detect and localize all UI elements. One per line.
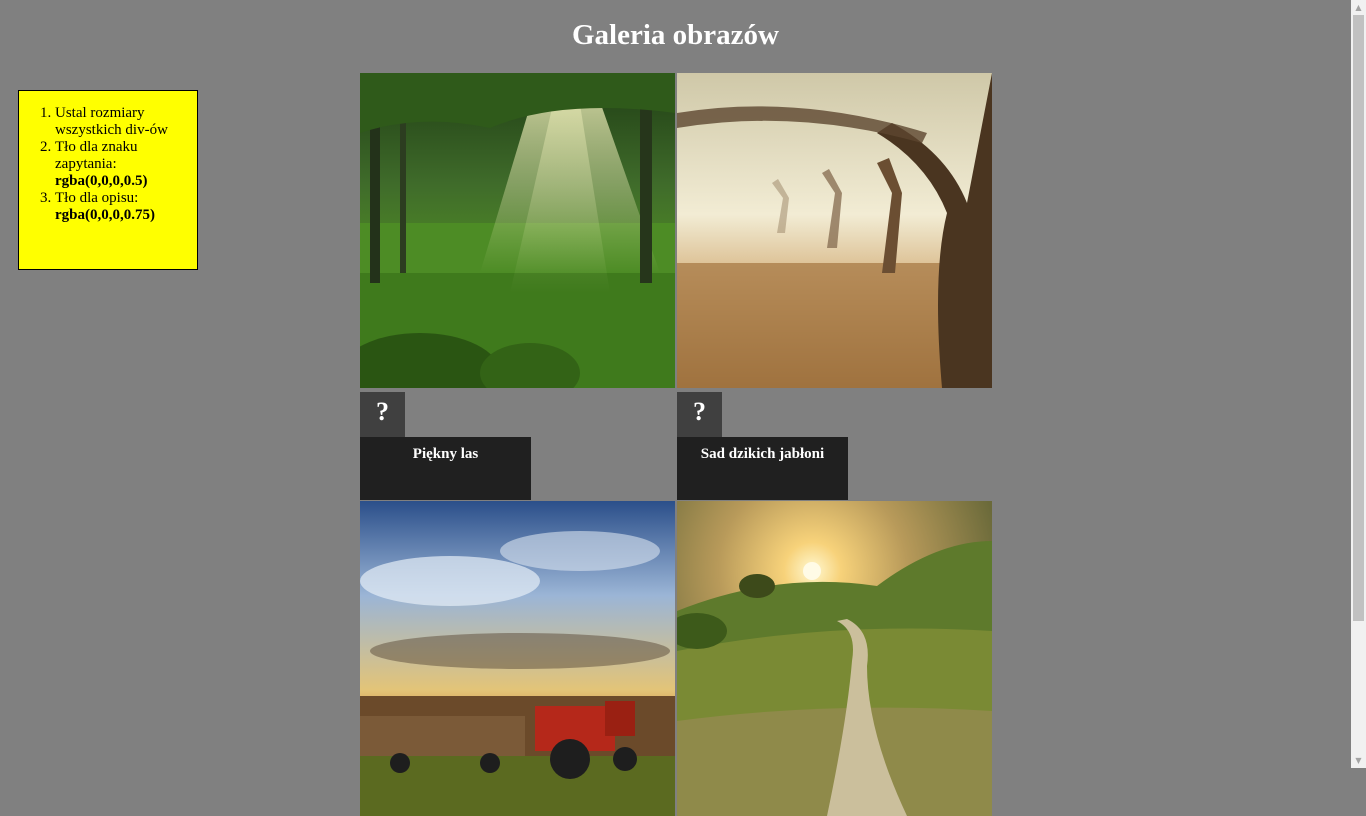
task-item: Tło dla opisu: rgba(0,0,0,0.75) [55, 190, 197, 224]
misty-orchard-image[interactable] [677, 73, 992, 388]
image-caption: Sad dzikich jabłoni [677, 437, 848, 500]
task-item: Ustal rozmiary wszystkich div-ów [55, 105, 197, 139]
scroll-thumb[interactable] [1353, 15, 1364, 621]
scroll-up-arrow-icon[interactable]: ▲ [1351, 0, 1366, 15]
tractor-field-image[interactable] [360, 501, 675, 816]
page-title: Galeria obrazów [572, 19, 779, 51]
task-instructions-box: Ustal rozmiary wszystkich div-ów Tło dla… [18, 90, 198, 270]
task-item: Tło dla znaku zapytania: rgba(0,0,0,0.5) [55, 139, 197, 190]
task-item-code: rgba(0,0,0,0.75) [55, 207, 155, 223]
task-item-code: rgba(0,0,0,0.5) [55, 173, 148, 189]
question-mark-badge[interactable]: ? [360, 392, 405, 437]
task-list: Ustal rozmiary wszystkich div-ów Tło dla… [19, 105, 197, 224]
task-item-text: Tło dla znaku zapytania: [55, 139, 138, 172]
task-item-text: Tło dla opisu: [55, 190, 139, 206]
scroll-down-arrow-icon[interactable]: ▼ [1351, 753, 1366, 768]
sunset-road-image[interactable] [677, 501, 992, 816]
vertical-scrollbar[interactable]: ▲ ▼ [1351, 0, 1366, 768]
image-caption: Piękny las [360, 437, 531, 500]
forest-sunbeams-image[interactable] [360, 73, 675, 388]
task-item-text: Ustal rozmiary wszystkich div-ów [55, 105, 168, 138]
question-mark-badge[interactable]: ? [677, 392, 722, 437]
